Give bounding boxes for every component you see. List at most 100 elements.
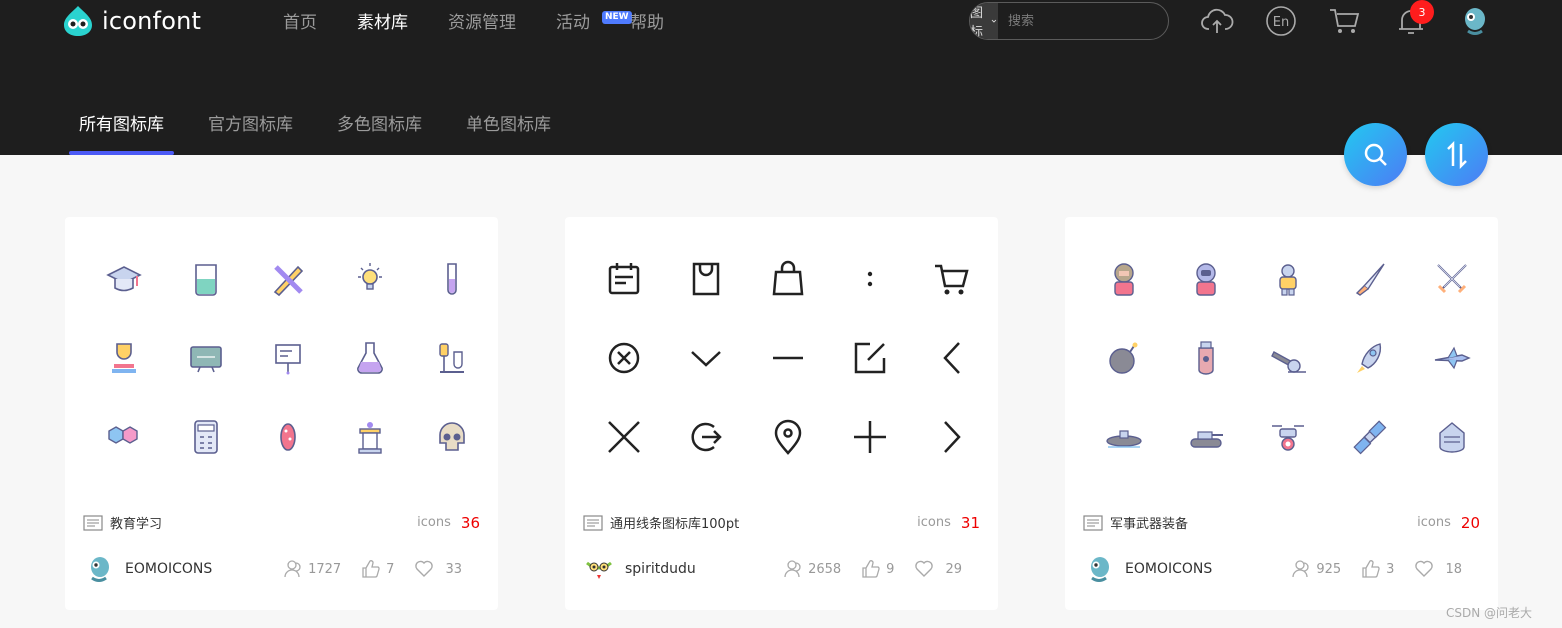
logo-text: iconfont (102, 7, 202, 35)
pencil-ruler-icon (273, 264, 304, 296)
thumbs-up-icon (862, 560, 880, 578)
drone-icon (1272, 424, 1304, 451)
library-title[interactable]: 教育学习 (110, 513, 417, 532)
author-avatar-icon (586, 561, 612, 579)
favorite-stat[interactable]: 18 (1414, 559, 1462, 579)
author-name[interactable]: EOMOICONS (1125, 561, 1271, 577)
more-vertical-icon (867, 271, 873, 286)
library-title[interactable]: 军事武器装备 (1110, 513, 1417, 532)
tab-mono-libraries[interactable]: 单色图标库 (456, 110, 561, 155)
crossed-swords-icon (1437, 263, 1467, 293)
author-name[interactable]: EOMOICONS (125, 561, 263, 577)
lightbulb-icon (358, 262, 382, 290)
search-type-select[interactable]: 图标 (970, 3, 999, 40)
author-avatar[interactable] (1085, 555, 1113, 583)
calculator-icon (194, 419, 218, 454)
satellite-icon (1353, 419, 1387, 454)
author-name[interactable]: spiritdudu (625, 561, 763, 577)
user-collect-icon (784, 560, 801, 578)
icon-preview-grid (83, 239, 493, 476)
chevron-right-icon (944, 420, 961, 453)
library-icon (1083, 514, 1103, 531)
like-stat[interactable]: 3 (1361, 559, 1394, 579)
user-avatar[interactable] (1458, 4, 1492, 38)
library-title[interactable]: 通用线条图标库100pt (610, 513, 917, 532)
favorite-stat[interactable]: 29 (914, 559, 962, 579)
lab-stand-icon (439, 342, 464, 373)
graduation-cap-icon (106, 265, 142, 291)
logout-icon (691, 422, 722, 451)
author-avatar-icon (91, 557, 109, 582)
author-avatar[interactable] (585, 555, 613, 583)
language-en-icon: En (1266, 6, 1296, 36)
library-card[interactable]: 军事武器装备 icons 20 EOMOICONS 925 3 18 (1065, 217, 1498, 610)
search-input[interactable] (998, 3, 1168, 39)
nav-materials[interactable]: 素材库 (357, 8, 408, 33)
avatar-icon (1465, 8, 1485, 35)
tab-label: 官方图标库 (208, 115, 293, 135)
search-box: 图标 (969, 2, 1169, 40)
icon-preview-grid (1083, 239, 1493, 476)
trophy-icon (112, 342, 136, 373)
like-stat[interactable]: 9 (861, 559, 894, 579)
library-card[interactable]: 通用线条图标库100pt icons 31 spiritdudu 2658 9 … (565, 217, 998, 610)
cloud-upload-icon (1201, 8, 1234, 33)
cart-icon (935, 264, 969, 294)
upload-button[interactable] (1200, 4, 1234, 38)
thumbs-up-icon (362, 560, 380, 578)
favorite-stat[interactable]: 33 (414, 559, 462, 579)
nav-resources[interactable]: 资源管理 (448, 8, 516, 33)
nav-help-label: 帮助 (630, 13, 664, 33)
like-stat[interactable]: 7 (361, 559, 394, 579)
skull-icon (439, 421, 465, 451)
nav-events[interactable]: 活动 NEW (556, 8, 632, 33)
new-badge: NEW (602, 11, 632, 24)
rocket-icon (1357, 342, 1382, 373)
tab-multicolor-libraries[interactable]: 多色图标库 (327, 110, 432, 155)
search-fab[interactable] (1344, 123, 1407, 186)
nav-help[interactable]: 帮助 (630, 8, 664, 33)
icons-label: icons (917, 515, 951, 530)
bomb-icon (1109, 342, 1138, 374)
collect-count: 2658 (808, 561, 842, 577)
chevron-down-icon (691, 350, 721, 367)
logo[interactable]: iconfont (60, 4, 201, 38)
nav-resources-label: 资源管理 (448, 13, 516, 33)
close-icon (608, 420, 640, 453)
tab-label: 多色图标库 (337, 115, 422, 135)
watermark: CSDN @问老大 (1446, 606, 1533, 620)
sort-fab[interactable] (1425, 123, 1488, 186)
icons-label: icons (1417, 515, 1451, 530)
author-avatar[interactable] (85, 555, 113, 583)
cart-button[interactable] (1328, 4, 1362, 38)
fighter-jet-icon (1434, 346, 1471, 369)
presentation-board-icon (275, 343, 301, 374)
language-button[interactable]: En (1264, 4, 1298, 38)
like-count: 3 (1386, 561, 1395, 577)
card-meta: EOMOICONS 925 3 18 (1085, 555, 1462, 583)
soldier-icon (1114, 262, 1134, 296)
library-tabs: 所有图标库 官方图标库 多色图标库 单色图标库 (69, 110, 585, 155)
icons-label: icons (417, 515, 451, 530)
search-type-label: 图标 (970, 6, 984, 40)
card-title-row: 军事武器装备 icons 20 (1083, 513, 1480, 532)
library-card[interactable]: 教育学习 icons 36 EOMOICONS 1727 7 33 (65, 217, 498, 610)
shopping-bag-icon (772, 260, 804, 295)
tab-all-libraries[interactable]: 所有图标库 (69, 110, 174, 155)
nav-events-label: 活动 (556, 13, 590, 33)
tab-label: 所有图标库 (79, 115, 164, 135)
thumbs-up-icon (1362, 560, 1380, 578)
clipboard-icon (692, 262, 720, 295)
location-pin-icon (774, 419, 802, 455)
chalkboard-icon (190, 345, 222, 372)
battleship-icon (1439, 421, 1465, 453)
card-meta: spiritdudu 2658 9 29 (585, 555, 962, 583)
nav-materials-label: 素材库 (357, 13, 408, 33)
tab-official-libraries[interactable]: 官方图标库 (198, 110, 303, 155)
icon-preview-grid (583, 239, 993, 476)
pedestal-icon (358, 421, 382, 454)
molecule-icon (108, 425, 138, 444)
icons-count: 36 (460, 513, 480, 532)
nav-home[interactable]: 首页 (283, 8, 317, 33)
armored-robot-icon (1279, 263, 1297, 296)
